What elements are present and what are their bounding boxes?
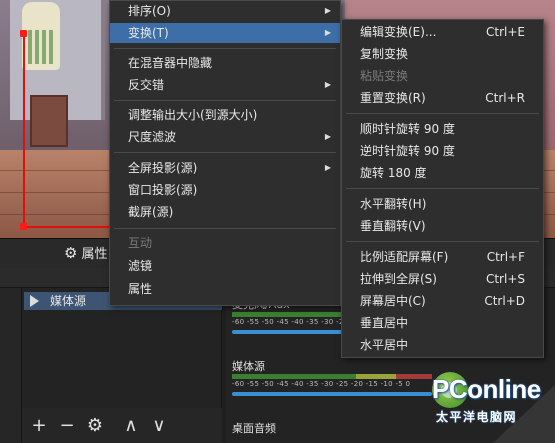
menu-separator <box>114 228 336 229</box>
source-item-label: 媒体源 <box>50 294 87 308</box>
gear-icon: ⚙ <box>64 243 78 262</box>
submenu-arrow-icon: ▶ <box>324 132 331 141</box>
menu-item-center-vertical[interactable]: 垂直居中 <box>342 313 543 333</box>
menu-item-label: 逆时针旋转 90 度 <box>360 144 455 158</box>
menu-separator <box>346 241 539 242</box>
menu-item-window-projector[interactable]: 窗口投影(源) <box>110 180 340 200</box>
menu-item-center-horizontal[interactable]: 水平居中 <box>342 335 543 355</box>
menu-item-label: 反交错 <box>128 78 165 92</box>
volume-slider[interactable] <box>232 392 432 396</box>
menu-item-interact: 互动 <box>110 233 340 253</box>
menu-item-properties[interactable]: 属性 <box>110 279 340 299</box>
mixer-channel: 媒体源 -60 -55 -50 -45 -40 -35 -30 -25 -20 … <box>232 358 432 396</box>
submenu-arrow-icon: ▶ <box>324 28 331 37</box>
menu-item-shortcut: Ctrl+F <box>486 250 525 264</box>
menu-item-fullscreen-projector[interactable]: 全屏投影(源) ▶ <box>110 158 340 178</box>
menu-item-scale-filter[interactable]: 尺度滤波 ▶ <box>110 127 340 147</box>
menu-item-label: 拉伸到全屏(S) <box>360 272 437 286</box>
menu-item-flip-vertical[interactable]: 垂直翻转(V) <box>342 216 543 236</box>
resize-handle-top-left[interactable] <box>20 30 27 37</box>
menu-item-label: 屏幕居中(C) <box>360 294 426 308</box>
sources-toolbar: + − ⚙ ∧ ∨ <box>22 408 222 443</box>
menu-item-label: 属性 <box>128 282 153 296</box>
properties-label: 属性 <box>81 247 108 262</box>
menu-item-shortcut: Ctrl+D <box>484 294 525 308</box>
menu-item-label: 编辑变换(E)... <box>360 25 437 39</box>
menu-separator <box>346 113 539 114</box>
menu-item-label: 调整输出大小(到源大小) <box>128 108 258 122</box>
menu-item-label: 滤镜 <box>128 259 153 273</box>
menu-item-deinterlace[interactable]: 反交错 ▶ <box>110 75 340 95</box>
menu-item-label: 窗口投影(源) <box>128 183 198 197</box>
menu-separator <box>114 152 336 153</box>
menu-item-label: 尺度滤波 <box>128 130 177 144</box>
move-down-button[interactable]: ∨ <box>148 415 170 437</box>
menu-item-label: 比例适配屏幕(F) <box>360 250 449 264</box>
menu-item-stretch-to-screen[interactable]: 拉伸到全屏(S) Ctrl+S <box>342 269 543 289</box>
menu-item-label: 互动 <box>128 236 153 250</box>
selection-border-left <box>23 30 25 228</box>
menu-item-rotate-180[interactable]: 旋转 180 度 <box>342 163 543 183</box>
menu-item-label: 垂直翻转(V) <box>360 219 426 233</box>
scenes-panel <box>0 288 22 443</box>
watermark: PConline 太平洋电脑网 <box>432 372 555 443</box>
menu-item-label: 水平居中 <box>360 338 409 352</box>
menu-item-center-to-screen[interactable]: 屏幕居中(C) Ctrl+D <box>342 291 543 311</box>
meter-scale: -60 -55 -50 -45 -40 -35 -30 -25 -20 -15 … <box>232 380 411 388</box>
menu-item-label: 重置变换(R) <box>360 91 426 105</box>
volume-meter <box>232 374 432 379</box>
menu-item-label: 截屏(源) <box>128 205 174 219</box>
submenu-arrow-icon: ▶ <box>324 80 331 89</box>
add-source-button[interactable]: + <box>28 415 50 437</box>
menu-item-reset-transform[interactable]: 重置变换(R) Ctrl+R <box>342 88 543 108</box>
menu-item-shortcut: Ctrl+S <box>485 272 525 286</box>
menu-item-label: 垂直居中 <box>360 316 409 330</box>
menu-item-label: 在混音器中隐藏 <box>128 56 213 70</box>
menu-item-screenshot[interactable]: 截屏(源) <box>110 202 340 222</box>
menu-item-filters[interactable]: 滤镜 <box>110 256 340 276</box>
source-settings-button[interactable]: ⚙ <box>84 415 106 437</box>
menu-item-rotate-cw[interactable]: 顺时针旋转 90 度 <box>342 119 543 139</box>
move-up-button[interactable]: ∧ <box>120 415 142 437</box>
menu-item-copy-transform[interactable]: 复制变换 <box>342 44 543 64</box>
play-icon <box>30 295 39 307</box>
menu-item-paste-transform: 粘贴变换 <box>342 66 543 86</box>
mixer-channel-label: 桌面音频 <box>232 422 276 435</box>
menu-separator <box>114 100 336 101</box>
watermark-brand: PConline <box>432 374 541 404</box>
menu-item-shortcut: Ctrl+R <box>485 91 525 105</box>
menu-item-edit-transform[interactable]: 编辑变换(E)... Ctrl+E <box>342 22 543 42</box>
mixer-channel: 桌面音频 <box>232 420 432 435</box>
menu-item-label: 水平翻转(H) <box>360 197 427 211</box>
properties-button[interactable]: ⚙ 属性 <box>64 243 108 263</box>
watermark-subtitle: 太平洋电脑网 <box>436 410 518 424</box>
menu-item-label: 全屏投影(源) <box>128 161 198 175</box>
menu-item-shortcut: Ctrl+E <box>486 25 525 39</box>
submenu-arrow-icon: ▶ <box>324 6 331 15</box>
menu-item-hide-in-mixer[interactable]: 在混音器中隐藏 <box>110 53 340 73</box>
menu-item-label: 排序(O) <box>128 4 171 18</box>
menu-separator <box>346 188 539 189</box>
source-context-menu: 排序(O) ▶ 变换(T) ▶ 在混音器中隐藏 反交错 ▶ 调整输出大小(到源大… <box>109 0 341 306</box>
sources-panel: 媒体源 <box>22 288 222 408</box>
menu-item-label: 复制变换 <box>360 47 409 61</box>
remove-source-button[interactable]: − <box>56 415 78 437</box>
menu-item-fit-to-screen[interactable]: 比例适配屏幕(F) Ctrl+F <box>342 247 543 267</box>
resize-handle-bottom-left[interactable] <box>20 223 27 230</box>
transform-submenu: 编辑变换(E)... Ctrl+E 复制变换 粘贴变换 重置变换(R) Ctrl… <box>341 19 544 358</box>
menu-item-order[interactable]: 排序(O) ▶ <box>110 1 340 21</box>
menu-item-transform[interactable]: 变换(T) ▶ <box>110 23 340 43</box>
menu-separator <box>114 48 336 49</box>
scene-cabinet <box>30 95 68 147</box>
menu-item-flip-horizontal[interactable]: 水平翻转(H) <box>342 194 543 214</box>
scene-cat-sticker <box>22 2 60 70</box>
menu-item-resize-output[interactable]: 调整输出大小(到源大小) <box>110 105 340 125</box>
menu-item-rotate-ccw[interactable]: 逆时针旋转 90 度 <box>342 141 543 161</box>
mixer-channel-label: 媒体源 <box>232 360 265 373</box>
menu-item-label: 顺时针旋转 90 度 <box>360 122 455 136</box>
menu-item-label: 粘贴变换 <box>360 69 409 83</box>
menu-item-label: 变换(T) <box>128 26 169 40</box>
menu-item-label: 旋转 180 度 <box>360 166 427 180</box>
submenu-arrow-icon: ▶ <box>324 163 331 172</box>
